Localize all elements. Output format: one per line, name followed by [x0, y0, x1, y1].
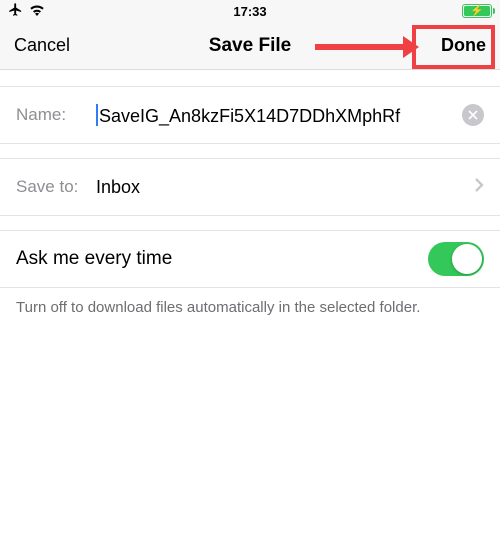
name-input[interactable]: SaveIG_An8kzFi5X14D7DDhXMphRf: [96, 104, 456, 127]
cancel-button[interactable]: Cancel: [14, 35, 70, 56]
status-right: ⚡: [462, 4, 492, 18]
status-left: [8, 2, 45, 20]
hint-text: Turn off to download files automatically…: [0, 288, 500, 318]
battery-charging-icon: ⚡: [462, 4, 492, 18]
chevron-right-icon: [474, 177, 484, 198]
wifi-icon: [29, 4, 45, 19]
status-bar: 17:33 ⚡: [0, 0, 500, 22]
name-label: Name:: [16, 105, 96, 125]
name-row: Name: SaveIG_An8kzFi5X14D7DDhXMphRf: [0, 87, 500, 143]
nav-bar: Cancel Save File Done: [0, 22, 500, 70]
save-to-label: Save to:: [16, 177, 96, 197]
ask-every-time-label: Ask me every time: [16, 248, 172, 270]
done-button[interactable]: Done: [441, 35, 486, 56]
airplane-icon: [8, 2, 23, 20]
save-to-value: Inbox: [96, 177, 474, 198]
page-title: Save File: [209, 35, 291, 57]
ask-every-time-toggle[interactable]: [428, 242, 484, 276]
save-to-row[interactable]: Save to: Inbox: [0, 159, 500, 215]
clock: 17:33: [233, 4, 266, 19]
clear-text-icon[interactable]: [462, 104, 484, 126]
ask-every-time-row: Ask me every time: [0, 231, 500, 287]
